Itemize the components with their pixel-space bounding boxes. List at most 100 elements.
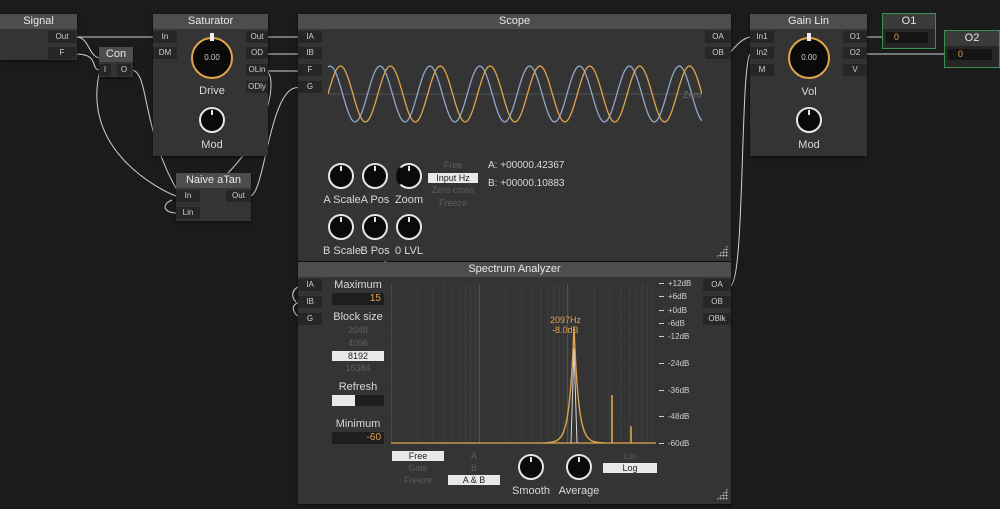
scope-f-port[interactable]: F — [298, 64, 322, 76]
gain-mod-label: Mod — [798, 139, 820, 151]
refresh-label: Refresh — [338, 381, 378, 393]
zoom-label: Zoom — [394, 194, 424, 206]
maximum-field[interactable]: 15 — [332, 293, 384, 305]
db-tick — [659, 416, 664, 418]
vol-label: Vol — [801, 86, 817, 98]
vol-knob[interactable]: 0.00 — [788, 33, 830, 79]
block-option-4096[interactable]: 4096 — [332, 338, 384, 348]
smooth-knob[interactable] — [518, 454, 544, 480]
spectrum-ia-port[interactable]: IA — [298, 279, 322, 291]
gain-o2-port[interactable]: O2 — [843, 47, 867, 59]
zero-level-knob[interactable] — [396, 214, 422, 240]
mode-option-free[interactable]: Free — [392, 451, 444, 461]
block-option-8192[interactable]: 8192 — [332, 351, 384, 361]
naive-atan-node[interactable]: Naive aTan In Out Lin — [176, 173, 251, 221]
readout-a: A: +00000.42367 — [488, 160, 565, 171]
scope-ia-port[interactable]: IA — [298, 31, 322, 43]
db-label: -24dB — [668, 359, 690, 368]
saturator-od-port[interactable]: OD — [246, 47, 268, 59]
saturator-in-port[interactable]: In — [153, 31, 177, 43]
a-scale-knob[interactable] — [328, 163, 354, 189]
scope-g-port[interactable]: G — [298, 81, 322, 93]
average-label: Average — [558, 485, 600, 497]
saturator-olin-port[interactable]: OLin — [246, 64, 268, 76]
db-label: -12dB — [668, 332, 690, 342]
saturator-node[interactable]: Saturator In DM Out OD OLin ODly 0.00 Dr… — [153, 14, 268, 156]
scale-option-lin[interactable]: Lin — [603, 451, 657, 461]
block-option-16384[interactable]: 16384 — [332, 363, 384, 373]
db-label: +0dB — [668, 305, 687, 315]
con-o-port[interactable]: O — [117, 64, 131, 76]
scope-oa-port[interactable]: OA — [705, 31, 731, 43]
db-label: +12dB — [668, 279, 692, 288]
mode-option-freeze[interactable]: Freeze — [392, 475, 444, 485]
o2-title: O2 — [945, 31, 999, 46]
saturator-odly-port[interactable]: ODly — [246, 81, 268, 93]
spectrum-oblk-port[interactable]: OBlk — [703, 313, 731, 325]
con-node[interactable]: Con I O — [99, 47, 133, 77]
db-label: -6dB — [668, 319, 685, 328]
signal-node[interactable]: Signal Out F — [0, 14, 77, 60]
spectrum-analyzer-node[interactable]: Spectrum Analyzer IA IB G OA OB OBlk Max… — [298, 262, 731, 504]
gain-o1-port[interactable]: O1 — [843, 31, 867, 43]
saturator-title: Saturator — [153, 14, 268, 29]
b-scale-knob[interactable] — [328, 214, 354, 240]
spectrum-g-port[interactable]: G — [298, 313, 322, 325]
o1-output-node[interactable]: O1 0 — [882, 13, 936, 49]
scale-option-log[interactable]: Log — [603, 463, 657, 473]
spectrum-resize-grip[interactable] — [716, 488, 728, 500]
spectrum-title: Spectrum Analyzer — [298, 262, 731, 277]
saturator-mod-knob[interactable] — [199, 107, 225, 133]
minimum-field[interactable]: -60 — [332, 432, 384, 444]
scope-display — [328, 65, 702, 123]
naive-atan-title: Naive aTan — [176, 173, 251, 188]
gain-v-port[interactable]: V — [843, 64, 867, 76]
trigger-option-input-hz[interactable]: Input Hz — [428, 173, 478, 183]
naive-in-port[interactable]: In — [176, 190, 200, 202]
drive-knob[interactable]: 0.00 — [191, 33, 233, 79]
signal-f-port[interactable]: F — [48, 47, 76, 59]
minimum-value: -60 — [366, 432, 381, 443]
gain-title: Gain Lin — [750, 14, 867, 29]
refresh-slider-fill — [332, 395, 356, 406]
block-option-2048[interactable]: 2048 — [332, 325, 384, 335]
spectrum-oa-port[interactable]: OA — [703, 279, 731, 291]
zero-level-label: 0 LVL — [395, 245, 423, 257]
con-i-port[interactable]: I — [99, 64, 111, 76]
db-label: -48dB — [668, 412, 690, 422]
gain-in1-port[interactable]: In1 — [750, 31, 774, 43]
channel-option-b[interactable]: B — [448, 463, 500, 473]
mode-option-gate[interactable]: Gate — [392, 463, 444, 473]
scope-ob-port[interactable]: OB — [705, 47, 731, 59]
trigger-option-free[interactable]: Free — [428, 160, 478, 170]
o1-title: O1 — [883, 14, 935, 29]
channel-option-a[interactable]: A — [448, 451, 500, 461]
signal-title: Signal — [0, 14, 77, 29]
db-tick — [659, 336, 664, 338]
zoom-knob[interactable] — [396, 163, 422, 189]
trigger-option-freeze[interactable]: Freeze — [428, 198, 478, 208]
scope-ib-port[interactable]: IB — [298, 47, 322, 59]
readout-b: B: +00000.10883 — [488, 178, 565, 189]
naive-lin-port[interactable]: Lin — [176, 207, 200, 219]
a-pos-knob[interactable] — [362, 163, 388, 189]
saturator-out-port[interactable]: Out — [246, 31, 268, 43]
average-knob[interactable] — [566, 454, 592, 480]
saturator-dm-port[interactable]: DM — [153, 47, 177, 59]
gain-in2-port[interactable]: In2 — [750, 47, 774, 59]
gain-mod-knob[interactable] — [796, 107, 822, 133]
b-pos-knob[interactable] — [362, 214, 388, 240]
gain-lin-node[interactable]: Gain Lin In1 In2 M O1 O2 V 0.00 Vol Mod — [750, 14, 867, 156]
spectrum-ob-port[interactable]: OB — [703, 296, 731, 308]
refresh-slider[interactable] — [332, 395, 384, 406]
scope-resize-grip[interactable] — [716, 245, 728, 257]
scope-title: Scope — [298, 14, 731, 29]
o2-output-node[interactable]: O2 0 — [944, 30, 1000, 68]
naive-out-port[interactable]: Out — [226, 190, 251, 202]
spectrum-ib-port[interactable]: IB — [298, 296, 322, 308]
trigger-option-zero-cross[interactable]: Zero cross — [428, 185, 478, 195]
gain-m-port[interactable]: M — [750, 64, 774, 76]
channel-option-a-and-b[interactable]: A & B — [448, 475, 500, 485]
signal-out-port[interactable]: Out — [48, 31, 76, 43]
scope-node[interactable]: Scope IA IB F G OA OB Zero A Scale A Pos… — [298, 14, 731, 261]
